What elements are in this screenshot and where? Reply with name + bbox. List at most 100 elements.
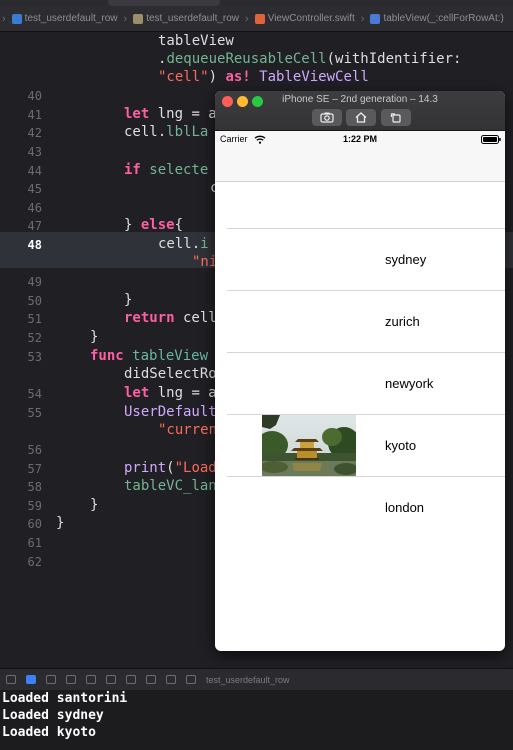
line-number: 54 <box>27 387 42 401</box>
breadcrumb-file[interactable]: ViewController.swift <box>254 13 355 24</box>
line-number: 53 <box>27 350 42 364</box>
row-label: kyoto <box>385 438 417 453</box>
breadcrumb: › test_userdefault_row › test_userdefaul… <box>0 6 513 32</box>
line-number: 44 <box>27 164 42 178</box>
code-line: } <box>90 329 99 345</box>
swift-file-icon <box>254 13 265 24</box>
line-number: 50 <box>27 294 42 308</box>
home-icon <box>355 112 367 123</box>
memory-graph-icon[interactable] <box>146 675 156 684</box>
navigation-bar <box>215 149 505 182</box>
code-line: tableView <box>158 33 234 49</box>
code-line: cell.i <box>158 236 209 252</box>
code-line: "cell") as! TableViewCell <box>158 69 369 85</box>
camera-icon <box>320 112 334 123</box>
simulator-title: iPhone SE – 2nd generation – 14.3 <box>282 94 438 105</box>
location-icon[interactable] <box>186 675 196 684</box>
console-line: Loaded santorini <box>2 691 128 706</box>
console-output[interactable]: Loaded santorini Loaded sydney Loaded ky… <box>0 690 513 750</box>
chevron-right-icon: › <box>245 12 249 25</box>
line-number: 56 <box>27 443 42 457</box>
breadcrumb-label: test_userdefault_row <box>146 13 240 24</box>
code-line: "ni <box>192 254 218 270</box>
breadcrumb-project[interactable]: test_userdefault_row <box>11 13 118 24</box>
rotate-button[interactable] <box>381 109 411 126</box>
step-over-icon[interactable] <box>66 675 76 684</box>
line-number: 45 <box>27 182 42 196</box>
status-time: 1:22 PM <box>342 134 377 144</box>
line-number: 62 <box>27 555 42 569</box>
code-line: didSelectRo <box>124 366 217 382</box>
table-row[interactable]: sydney <box>215 229 505 291</box>
screenshot-button[interactable] <box>312 109 342 126</box>
chevron-right-icon: › <box>2 12 6 25</box>
line-number: 61 <box>27 536 42 550</box>
code-line: } <box>90 497 99 513</box>
chevron-right-icon: › <box>123 12 128 25</box>
code-line: cell.lblLa <box>124 124 209 140</box>
row-label: zurich <box>385 314 420 329</box>
ios-status-bar: Carrier 1:22 PM <box>215 131 505 149</box>
breadcrumb-label: tableView(_:cellForRowAt:) <box>383 13 504 24</box>
line-number: 57 <box>27 462 42 476</box>
breadcrumb-label: test_userdefault_row <box>24 13 118 24</box>
code-line: UserDefault <box>124 404 217 420</box>
debug-target-label: test_userdefault_row <box>206 674 290 685</box>
line-number: 55 <box>27 406 42 420</box>
step-into-icon[interactable] <box>86 675 96 684</box>
line-number: 52 <box>27 331 42 345</box>
table-row[interactable]: zurich <box>215 291 505 353</box>
row-label: sydney <box>385 252 427 267</box>
line-number: 47 <box>27 219 42 233</box>
table-row[interactable]: newyork <box>215 353 505 415</box>
table-row[interactable]: kyoto <box>215 415 505 477</box>
debug-toolbar: test_userdefault_row <box>0 668 513 690</box>
code-line: } else{ <box>124 217 184 233</box>
console-line: Loaded sydney <box>2 708 104 723</box>
line-number: 43 <box>27 145 42 159</box>
chevron-right-icon: › <box>360 12 365 25</box>
line-number: 46 <box>27 201 42 215</box>
line-number: 58 <box>27 480 42 494</box>
code-line: } <box>56 515 65 531</box>
line-number: 59 <box>27 499 42 513</box>
environment-overrides-icon[interactable] <box>166 675 176 684</box>
simulator-window[interactable]: iPhone SE – 2nd generation – 14.3 Carrie… <box>215 91 505 651</box>
line-number: 41 <box>27 108 42 122</box>
pause-icon[interactable] <box>46 675 56 684</box>
hide-debug-area-icon[interactable] <box>6 675 16 684</box>
breadcrumb-label: ViewController.swift <box>267 13 355 24</box>
code-line: .dequeueReusableCell(withIdentifier: <box>158 51 462 67</box>
breakpoints-toggle-icon[interactable] <box>26 675 36 684</box>
code-line: print("Load <box>124 460 217 476</box>
project-icon <box>11 13 22 24</box>
code-line: } <box>124 292 133 308</box>
breadcrumb-folder[interactable]: test_userdefault_row <box>133 13 239 24</box>
folder-icon <box>133 13 144 24</box>
view-hierarchy-icon[interactable] <box>126 675 136 684</box>
row-label: london <box>385 500 425 515</box>
line-number: 42 <box>27 126 42 140</box>
table-row[interactable]: london <box>215 477 505 539</box>
line-number: 51 <box>27 312 42 326</box>
simulator-titlebar[interactable]: iPhone SE – 2nd generation – 14.3 <box>215 91 505 131</box>
code-line: let lng = a <box>124 106 217 122</box>
battery-icon <box>481 135 501 144</box>
line-number-current: 48 <box>27 238 42 252</box>
console-line: Loaded kyoto <box>2 725 96 740</box>
line-number: 49 <box>27 275 42 289</box>
row-label: newyork <box>385 376 434 391</box>
breadcrumb-method[interactable]: tableView(_:cellForRowAt:) <box>370 13 504 24</box>
code-line: "curren <box>158 422 218 438</box>
code-line: return cell <box>124 310 217 326</box>
code-line: if selecte <box>124 162 209 178</box>
method-icon <box>370 13 381 24</box>
rotate-icon <box>390 113 401 123</box>
step-out-icon[interactable] <box>106 675 116 684</box>
home-button[interactable] <box>346 109 376 126</box>
kyoto-temple-image <box>262 415 356 477</box>
line-number: 60 <box>27 517 42 531</box>
code-line: tableVC_lan <box>124 478 217 494</box>
code-line: func tableView <box>90 348 209 364</box>
line-number: 40 <box>27 89 42 103</box>
